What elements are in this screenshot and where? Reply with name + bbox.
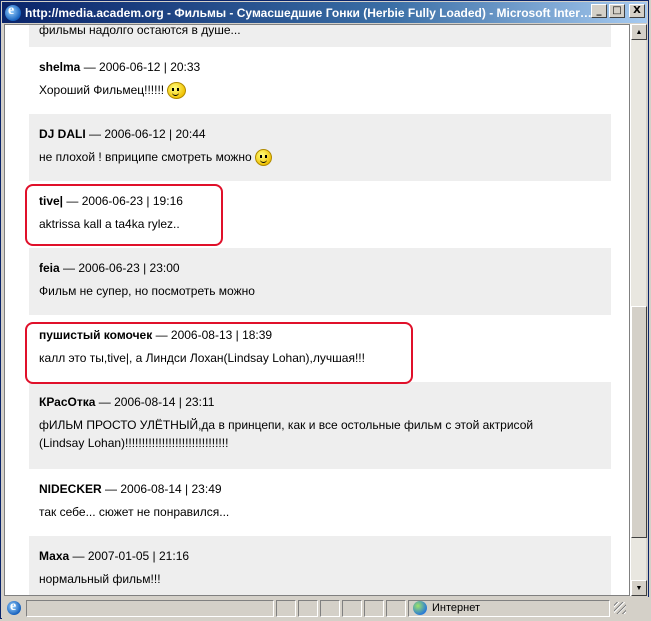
comment-text: нормальный фильм!!! bbox=[39, 572, 161, 586]
globe-icon bbox=[413, 601, 427, 615]
comment-date: — 2007-01-05 | 21:16 bbox=[69, 549, 190, 563]
comment-item: DJ DALI — 2006-06-12 | 20:44 не плохой !… bbox=[29, 114, 611, 181]
comment-text: не плохой ! вприципе смотреть можно bbox=[39, 150, 252, 164]
page-status-icon bbox=[5, 599, 23, 616]
comment-date: — 2006-06-23 | 23:00 bbox=[59, 261, 180, 275]
comment-author: Маха bbox=[39, 549, 70, 563]
status-text-panel bbox=[26, 599, 274, 617]
comment-text: aktrissa kall a ta4ka rylez.. bbox=[39, 217, 180, 231]
browser-window: http://media.academ.org - Фильмы - Сумас… bbox=[0, 0, 649, 619]
comment-text: фИЛЬМ ПРОСТО УЛЁТНЫЙ,да в принцепи, как … bbox=[39, 418, 534, 450]
status-panel bbox=[364, 599, 384, 617]
winking-smiley-icon bbox=[167, 82, 187, 100]
title-bar[interactable]: http://media.academ.org - Фильмы - Сумас… bbox=[2, 2, 647, 23]
status-panel bbox=[386, 599, 406, 617]
scroll-down-button[interactable]: ▼ bbox=[631, 580, 647, 596]
comment-item: NIDECKER — 2006-08-14 | 23:49 так себе..… bbox=[29, 469, 611, 536]
window-title: http://media.academ.org - Фильмы - Сумас… bbox=[25, 5, 595, 20]
maximize-button[interactable]: □ bbox=[609, 4, 625, 18]
comment-item: shelma — 2006-06-12 | 20:33 Хороший Филь… bbox=[29, 47, 611, 114]
comment-author: КРасОтка bbox=[39, 395, 96, 409]
comment-text: Хороший Фильмец!!!!!! bbox=[39, 83, 165, 97]
comment-text: фильмы надолго остаются в душе... bbox=[39, 24, 241, 37]
scroll-thumb[interactable] bbox=[631, 306, 647, 538]
resize-grip[interactable] bbox=[614, 602, 626, 614]
comment-author: feia bbox=[39, 261, 60, 275]
comment-date: — 2006-06-12 | 20:44 bbox=[85, 127, 206, 141]
comment-text: калл это ты,tive|, а Линдси Лохан(Lindsa… bbox=[39, 351, 365, 365]
scroll-up-button[interactable]: ▲ bbox=[631, 24, 647, 40]
vertical-scrollbar[interactable]: ▲ ▼ bbox=[630, 24, 647, 596]
comment-author: shelma bbox=[39, 60, 81, 74]
comment-date: — 2006-08-14 | 23:49 bbox=[101, 482, 222, 496]
comment-date: — 2006-06-12 | 20:33 bbox=[80, 60, 201, 74]
security-zone-panel: Интернет bbox=[408, 599, 610, 617]
status-bar: Интернет bbox=[2, 597, 649, 619]
comment-item: КРасОтка — 2006-08-14 | 23:11 фИЛЬМ ПРОС… bbox=[29, 382, 611, 469]
comment-author: tive| bbox=[39, 194, 64, 208]
comment-date: — 2006-08-13 | 18:39 bbox=[152, 328, 273, 342]
smiley-icon bbox=[254, 149, 272, 167]
comment-item: пушистый комочек — 2006-08-13 | 18:39 ка… bbox=[29, 315, 611, 382]
status-panel bbox=[276, 599, 296, 617]
status-panel bbox=[342, 599, 362, 617]
comment-item: tive| — 2006-06-23 | 19:16 aktrissa kall… bbox=[29, 181, 611, 248]
comment-author: NIDECKER bbox=[39, 482, 102, 496]
status-panel bbox=[320, 599, 340, 617]
comment-item: Маха — 2007-01-05 | 21:16 нормальный фил… bbox=[29, 536, 611, 595]
comment-text: так себе... сюжет не понравился... bbox=[39, 505, 230, 519]
comment-author: пушистый комочек bbox=[39, 328, 153, 342]
minimize-button[interactable]: _ bbox=[591, 4, 607, 18]
comment-item: feia — 2006-06-23 | 23:00 Фильм не супер… bbox=[29, 248, 611, 315]
comment-author: DJ DALI bbox=[39, 127, 86, 141]
internet-explorer-icon[interactable] bbox=[5, 3, 21, 21]
comment-date: — 2006-08-14 | 23:11 bbox=[95, 395, 215, 409]
close-button[interactable]: X bbox=[629, 4, 645, 18]
comment-date: — 2006-06-23 | 19:16 bbox=[63, 194, 183, 208]
security-zone-label: Интернет bbox=[432, 602, 480, 614]
window-controls: _ □ X bbox=[591, 4, 645, 18]
status-panel bbox=[298, 599, 318, 617]
comment-item: фильмы надолго остаются в душе... bbox=[29, 24, 611, 47]
comments-list: фильмы надолго остаются в душе... shelma… bbox=[29, 24, 611, 595]
comment-text: Фильм не супер, но посмотреть можно bbox=[39, 284, 255, 298]
page-content[interactable]: фильмы надолго остаются в душе... shelma… bbox=[4, 24, 630, 596]
